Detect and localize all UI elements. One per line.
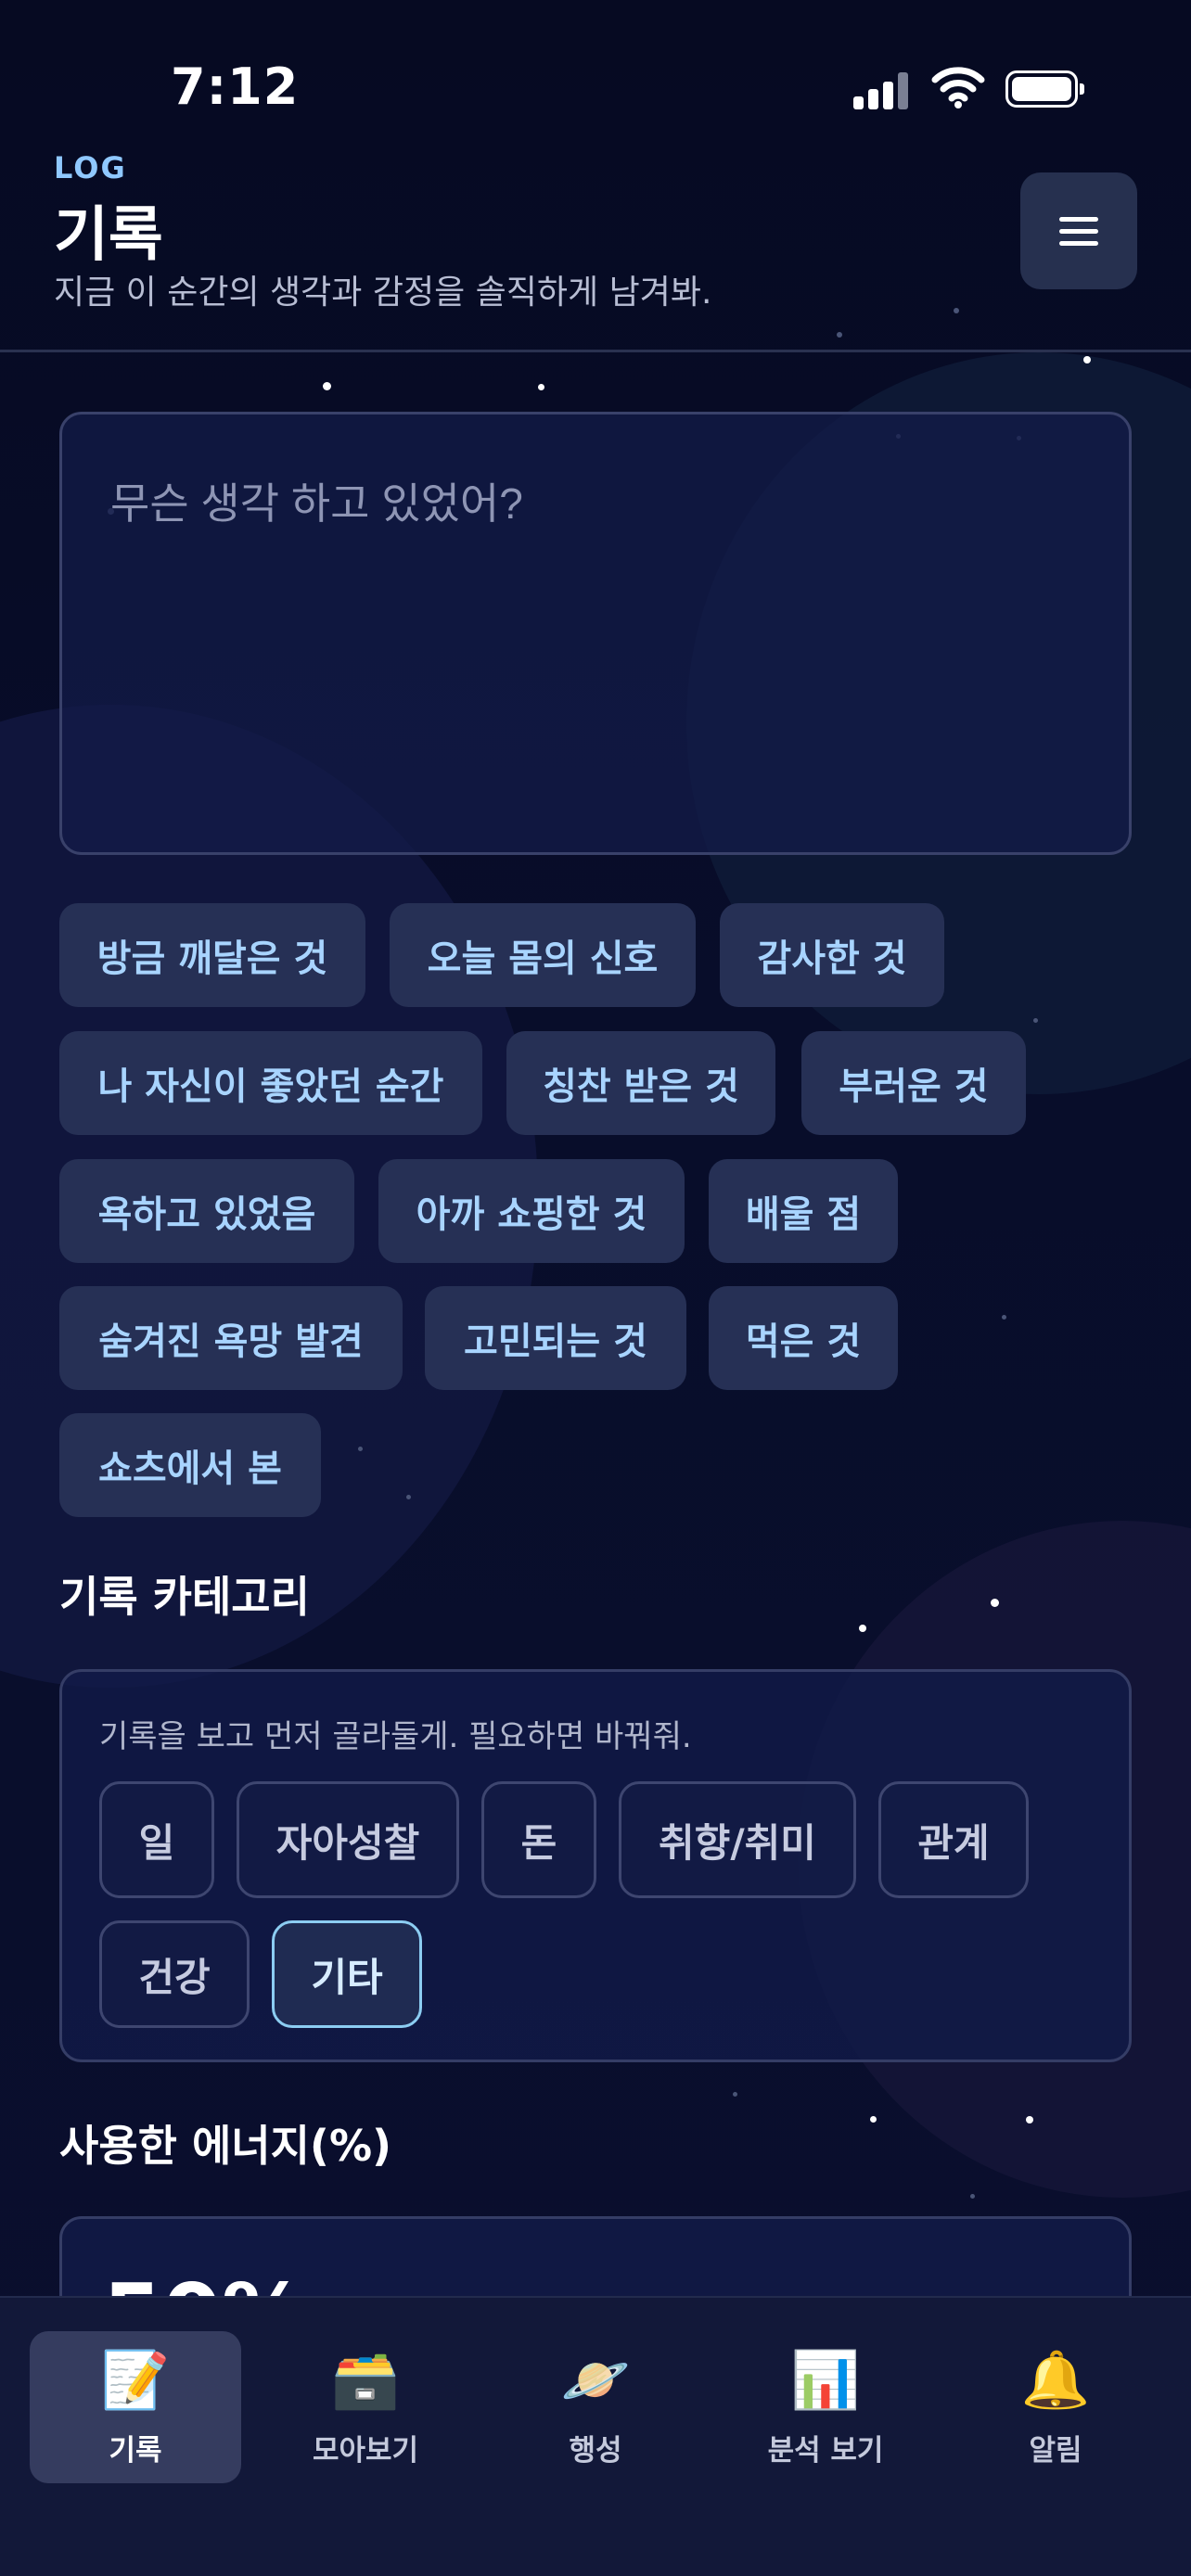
- bell-icon: 🔔: [1020, 2347, 1091, 2413]
- page-header: LOG 기록 지금 이 순간의 생각과 감정을 솔직하게 남겨봐.: [0, 139, 1191, 352]
- prompt-chip[interactable]: 숨겨진 욕망 발견: [59, 1286, 403, 1390]
- prompt-chip[interactable]: 오늘 몸의 신호: [390, 903, 696, 1007]
- star: [323, 382, 331, 390]
- star: [733, 2092, 737, 2097]
- menu-button[interactable]: [1020, 172, 1137, 289]
- bottom-tab-bar: 📝 기록 🗃️ 모아보기 🪐 행성 📊 분석 보기 🔔 알림: [0, 2296, 1191, 2576]
- page-eyebrow: LOG: [54, 150, 127, 185]
- star: [859, 1625, 866, 1632]
- energy-section-title: 사용한 에너지(%): [59, 2121, 392, 2171]
- page-subtitle: 지금 이 순간의 생각과 감정을 솔직하게 남겨봐.: [54, 274, 712, 312]
- prompt-chip[interactable]: 아까 쇼핑한 것: [378, 1159, 685, 1263]
- planet-icon: 🪐: [560, 2347, 631, 2413]
- category-chip[interactable]: 취향/취미: [619, 1781, 856, 1898]
- tab-label: 분석 보기: [767, 2433, 884, 2468]
- prompt-chip[interactable]: 부러운 것: [801, 1031, 1026, 1135]
- category-chip-selected[interactable]: 기타: [272, 1920, 422, 2028]
- category-card: 기록을 보고 먼저 골라둘게. 필요하면 바꿔줘. 일 자아성찰 돈 취향/취미…: [59, 1669, 1132, 2062]
- prompt-chip[interactable]: 고민되는 것: [425, 1286, 686, 1390]
- star: [358, 1447, 363, 1451]
- category-section-title: 기록 카테고리: [59, 1572, 310, 1622]
- prompt-chip[interactable]: 먹은 것: [709, 1286, 898, 1390]
- prompt-chip[interactable]: 나 자신이 좋았던 순간: [59, 1031, 482, 1135]
- tab-label: 행성: [569, 2433, 622, 2468]
- prompt-chip[interactable]: 욕하고 있었음: [59, 1159, 354, 1263]
- category-hint: 기록을 보고 먼저 골라둘게. 필요하면 바꿔줘.: [99, 1718, 692, 1755]
- cellular-signal-icon: [853, 70, 909, 109]
- tab-label: 모아보기: [312, 2433, 419, 2468]
- tab-log[interactable]: 📝 기록: [30, 2331, 241, 2483]
- tab-notifications[interactable]: 🔔 알림: [950, 2331, 1161, 2483]
- battery-icon: [1005, 70, 1084, 108]
- category-chip[interactable]: 건강: [99, 1920, 250, 2028]
- star: [1002, 1315, 1006, 1320]
- card-box-icon: 🗃️: [330, 2347, 401, 2413]
- thought-input[interactable]: [59, 412, 1132, 855]
- prompt-chip[interactable]: 감사한 것: [720, 903, 944, 1007]
- status-time: 7:12: [171, 57, 300, 116]
- wifi-icon: [931, 67, 985, 108]
- star: [1033, 1018, 1038, 1023]
- category-chip[interactable]: 돈: [481, 1781, 596, 1898]
- memo-icon: 📝: [100, 2347, 171, 2413]
- star: [870, 2116, 877, 2123]
- tab-analysis[interactable]: 📊 분석 보기: [720, 2331, 931, 2483]
- prompt-chip[interactable]: 쇼츠에서 본: [59, 1413, 321, 1517]
- prompt-chip[interactable]: 칭찬 받은 것: [506, 1031, 775, 1135]
- star: [1026, 2116, 1033, 2123]
- prompt-chip[interactable]: 배울 점: [709, 1159, 898, 1263]
- category-chip[interactable]: 관계: [878, 1781, 1029, 1898]
- tab-label: 알림: [1029, 2433, 1082, 2468]
- bar-chart-icon: 📊: [790, 2347, 861, 2413]
- page-title: 기록: [54, 201, 163, 270]
- hamburger-icon: [1059, 210, 1098, 253]
- star: [991, 1599, 999, 1607]
- tab-planet[interactable]: 🪐 행성: [490, 2331, 701, 2483]
- status-bar: 7:12: [0, 0, 1191, 139]
- star: [538, 384, 544, 390]
- category-chip[interactable]: 일: [99, 1781, 214, 1898]
- star: [1083, 356, 1091, 363]
- category-chip[interactable]: 자아성찰: [237, 1781, 459, 1898]
- prompt-chip[interactable]: 방금 깨달은 것: [59, 903, 365, 1007]
- tab-collection[interactable]: 🗃️ 모아보기: [260, 2331, 471, 2483]
- star: [406, 1495, 411, 1499]
- star: [970, 2194, 975, 2199]
- tab-label: 기록: [109, 2433, 162, 2468]
